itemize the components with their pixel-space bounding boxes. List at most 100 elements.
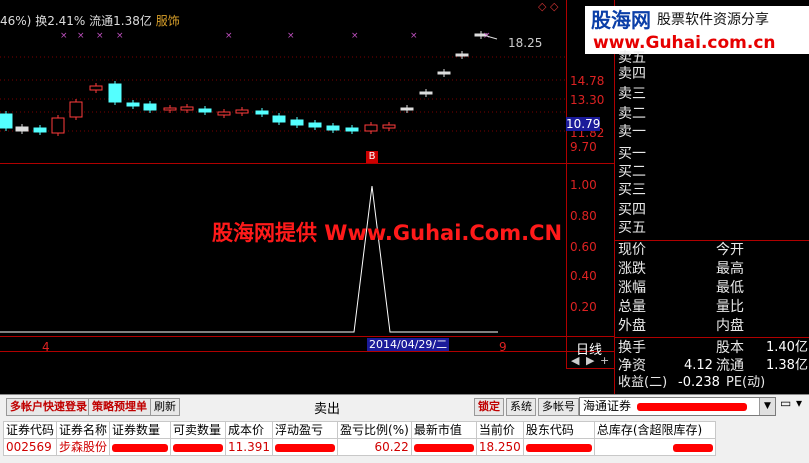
candle-body [382,124,396,129]
panel-top-edge [0,394,809,395]
redaction [112,443,169,452]
candle-body [198,108,212,113]
ind-axis-label-2: 0.80 [570,209,597,223]
col-ratio[interactable]: 盈亏比例(%) [337,421,412,439]
earnings-value: -0.238 [678,375,720,390]
bid-4: 买四 [618,202,646,218]
col-mv[interactable]: 最新市值 [410,421,477,439]
multi-account-button[interactable]: 多帐号 [538,398,579,416]
turnover-label: 换手 [618,340,646,356]
divider-h1 [0,163,614,164]
timeline-cursor-date: 2014/04/29/二 [367,338,450,352]
cell-price: 18.250 [475,438,524,456]
col-code[interactable]: 证券代码 [2,421,58,439]
candle-body [272,115,286,123]
chevron-down-icon[interactable]: ▼ [759,398,775,415]
candle-body [180,106,194,111]
kline-chart[interactable]: × × × × × × × × × 46%) 换2.41% 流通1.38亿 服饰 B 4 201… [0,0,566,354]
cell-name: 步森股份 [56,438,111,456]
col-cost[interactable]: 成本价 [225,421,274,439]
lock-button[interactable]: 锁定 [474,398,504,416]
sector-text: 服饰 [155,14,180,28]
candle-body [419,91,433,95]
cell-mv [410,438,477,456]
panel-close-icon[interactable]: ▾ [796,396,802,410]
limit-marker: × [225,31,233,41]
strategy-order-button[interactable]: 策略预埋单 [88,398,151,416]
price-axis-label-5: 9.70 [570,140,597,154]
watermark-logo: 股海网 股票软件资源分享 www.Guhai.com.cn [585,6,809,54]
zoom-in-icon[interactable]: + [600,354,609,367]
limit-marker: × [410,31,418,41]
net-assets-value: 4.12 [684,358,713,373]
broker-select[interactable]: 海通证券 ▼ [579,397,776,416]
limit-marker: × [116,31,124,41]
col-qty[interactable]: 证券数量 [109,421,172,439]
candle-body [89,85,103,91]
chart-tool-icon-2[interactable]: ◇ [550,0,558,13]
col-total[interactable]: 总库存(含超限库存) [593,421,716,439]
float-label: 流通 [716,358,744,374]
quick-login-button[interactable]: 多帐户快速登录 [6,398,91,416]
ind-axis-label-5: 0.20 [570,300,597,314]
candle-body [290,119,304,126]
candle-body [400,107,414,111]
signal-marker: B [366,151,378,163]
logo-sub: 股票软件资源分享 [657,12,769,28]
refresh-button[interactable]: 刷新 [150,398,180,416]
cell-avail [170,438,227,456]
cell-code: 002569 [2,438,58,456]
net-assets-label: 净资 [618,358,646,374]
bid-5: 买五 [618,220,646,236]
price-axis-label-2: 14.78 [570,74,605,88]
col-holder[interactable]: 股东代码 [522,421,595,439]
quote-label-high: 最高 [716,261,744,277]
quote-label-volume: 总量 [618,299,646,315]
pe-label: PE(动) [726,375,766,390]
table-row[interactable]: 002569 步森股份 11.391 60.22 18.250 [2,438,716,456]
panel-title: 卖出 [314,402,341,417]
price-axis-label-1: 18.25 [508,36,543,50]
col-pl[interactable]: 浮动盈亏 [272,421,339,439]
candle-body [326,125,340,131]
quote-label-inner: 内盘 [716,318,744,334]
ind-axis-label-3: 0.60 [570,240,597,254]
ask-5: 卖五 [618,50,646,66]
limit-marker: × [96,31,104,41]
quote-label-low: 最低 [716,280,744,296]
candle-body [255,110,269,115]
limit-marker: × [351,31,359,41]
candle-body [143,103,157,111]
redaction [525,443,592,452]
account-redaction [636,402,747,411]
bid-2: 买二 [618,164,646,180]
redaction [672,443,713,452]
quote-label-outer: 外盘 [618,318,646,334]
panel-restore-icon[interactable]: ▭ [780,396,791,410]
candle-body [0,113,13,129]
ask-3: 卖三 [618,86,646,102]
ind-axis-label-4: 0.40 [570,269,597,283]
quote-panel: 现价 今开 涨跌 最高 涨幅 最低 总量 量比 外盘 内盘 [614,241,809,337]
quote-label-price: 现价 [618,242,646,258]
price-axis-label-3: 13.30 [570,93,605,107]
ind-axis-label-1: 1.00 [570,178,597,192]
scroll-right-icon[interactable]: ▶ [586,354,594,367]
divider-h3 [0,351,614,352]
redaction [413,443,474,452]
limit-marker: × [60,31,68,41]
col-name[interactable]: 证券名称 [56,421,111,439]
cell-total [593,438,716,456]
broker-select-value: 海通证券 [583,399,632,413]
divider-v1 [566,0,567,368]
float-text: 流通1.38亿 [89,14,152,28]
scroll-left-icon[interactable]: ◀ [571,354,579,367]
share-capital-label: 股本 [716,340,744,356]
col-price[interactable]: 当前价 [475,421,524,439]
cell-holder [522,438,595,456]
col-avail[interactable]: 可卖数量 [170,421,227,439]
system-button[interactable]: 系统 [506,398,536,416]
redaction [275,443,336,452]
logo-title: 股海网 [591,8,651,32]
chart-tool-icon-1[interactable]: ◇ [538,0,546,13]
